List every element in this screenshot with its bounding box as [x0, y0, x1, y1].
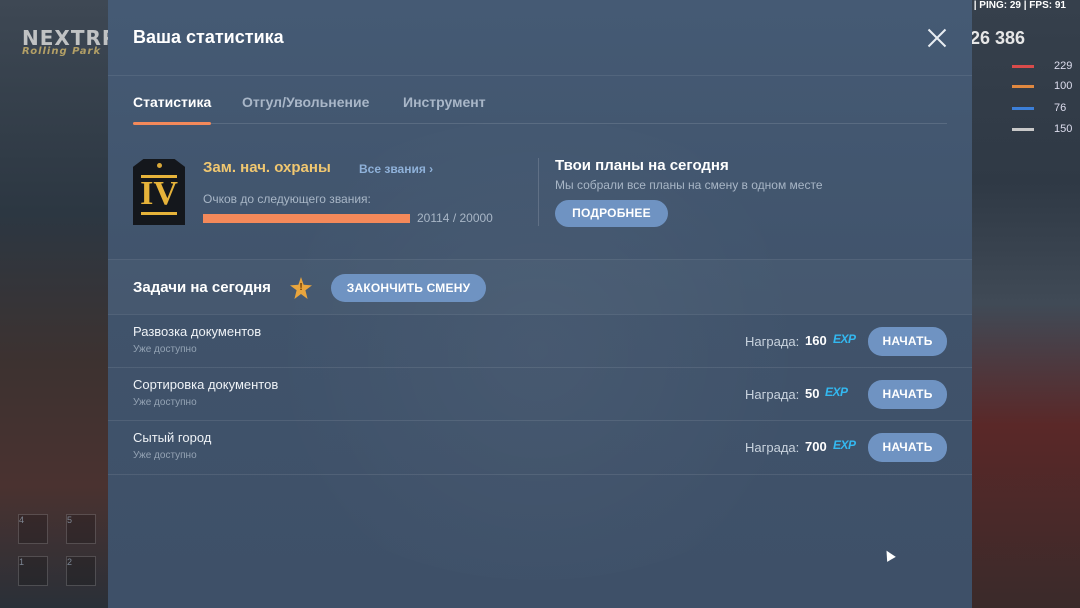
hotbar: 4 5 1 2 — [18, 486, 98, 586]
rank-badge-icon: IV — [133, 159, 185, 225]
task-row: Сортировка документов Уже доступно Награ… — [108, 367, 972, 420]
exp-icon: EXP — [833, 332, 856, 346]
tasks-title: Задачи на сегодня — [133, 279, 271, 296]
finish-shift-button[interactable]: ЗАКОНЧИТЬ СМЕНУ — [331, 274, 486, 302]
exp-icon: EXP — [825, 385, 848, 399]
server-logo: NEXTRP Rolling Park — [22, 26, 117, 60]
tab-statistics[interactable]: Статистика — [133, 94, 212, 125]
close-icon[interactable] — [925, 26, 949, 50]
hud-stat-hunger: 76 — [1012, 102, 1066, 114]
task-name: Сортировка документов — [133, 377, 279, 392]
exp-icon: EXP — [833, 438, 856, 452]
rank-title: Зам. нач. охраны — [203, 159, 331, 176]
more-button[interactable]: ПОДРОБНЕЕ — [555, 200, 668, 227]
reward-label: Награда: — [745, 334, 800, 349]
reward-value: 50 — [805, 386, 820, 401]
hotbar-slot[interactable]: 4 — [18, 514, 48, 544]
points-value: 20114 / 20000 — [417, 211, 493, 225]
task-row: Развозка документов Уже доступно Награда… — [108, 314, 972, 367]
plans-title: Твои планы на сегодня — [555, 157, 729, 174]
points-label: Очков до следующего звания: — [203, 192, 371, 206]
hud-stat-armor: 100 — [1012, 80, 1072, 92]
health-bar — [1012, 64, 1034, 68]
money-counter: 26 386 — [970, 28, 1026, 48]
rank-badge-dot — [157, 163, 162, 168]
task-status: Уже доступно — [133, 397, 197, 408]
hud-stat-health: 229 — [1012, 60, 1072, 72]
task-name: Сытый город — [133, 430, 212, 445]
plans-subtitle: Мы собрали все планы на смену в одном ме… — [555, 178, 823, 192]
rank-progress-fill — [203, 214, 410, 223]
shield-bar — [1012, 127, 1034, 131]
hunger-bar — [1012, 106, 1034, 110]
task-name: Развозка документов — [133, 324, 262, 339]
all-ranks-link[interactable]: Все звания › — [359, 162, 433, 176]
statistics-modal: Ваша статистика Статистика Отгул/Увольне… — [108, 0, 972, 608]
reward-value: 160 — [805, 333, 827, 348]
hotbar-slot[interactable]: 1 — [18, 556, 48, 586]
tabs: Статистика Отгул/Увольнение Инструмент — [133, 94, 947, 125]
tab-leave[interactable]: Отгул/Увольнение — [242, 94, 369, 124]
reward-label: Награда: — [745, 440, 800, 455]
start-task-button[interactable]: НАЧАТЬ — [868, 433, 947, 462]
armor-bar — [1012, 84, 1034, 88]
reward-value: 700 — [805, 439, 827, 454]
modal-header: Ваша статистика — [108, 0, 972, 76]
rank-progress-bar — [203, 214, 410, 223]
hotbar-slot[interactable]: 2 — [66, 556, 96, 586]
logo-subtext: Rolling Park — [22, 46, 102, 57]
divider — [538, 158, 539, 226]
hotbar-slot[interactable]: 5 — [66, 514, 96, 544]
rank-numeral: IV — [140, 175, 178, 212]
reward-label: Награда: — [745, 387, 800, 402]
task-status: Уже доступно — [133, 450, 197, 461]
task-status: Уже доступно — [133, 344, 197, 355]
list-bottom-divider — [108, 474, 972, 475]
start-task-button[interactable]: НАЧАТЬ — [868, 327, 947, 356]
task-row: Сытый город Уже доступно Награда: 700 EX… — [108, 420, 972, 473]
modal-title: Ваша статистика — [133, 27, 284, 47]
hud-stat-shield: 150 — [1012, 123, 1072, 135]
tab-tool[interactable]: Инструмент — [403, 94, 486, 124]
start-task-button[interactable]: НАЧАТЬ — [868, 380, 947, 409]
